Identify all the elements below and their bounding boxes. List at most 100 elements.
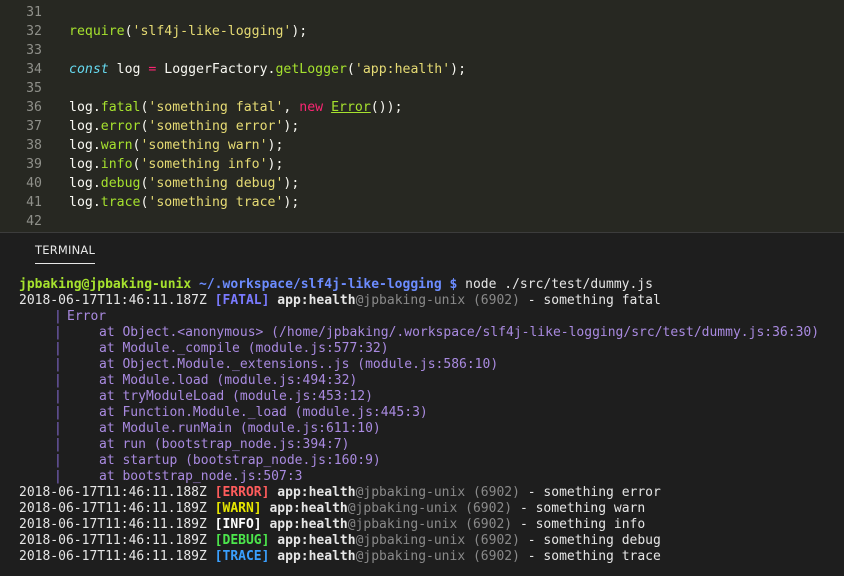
stack-frame-line: | at Object.<anonymous> (/home/jpbaking/.… [19, 325, 844, 341]
stack-bar-icon: | [54, 437, 62, 452]
code-token: 'slf4j-like-logging' [132, 24, 292, 39]
code-token: Error [331, 100, 371, 115]
code-line[interactable]: 33 [0, 41, 844, 60]
code-line[interactable]: 31 [0, 3, 844, 22]
log-timestamp: 2018-06-17T11:46:11.187Z [19, 293, 207, 308]
line-number: 38 [26, 138, 42, 153]
log-line: 2018-06-17T11:46:11.189Z [TRACE] app:hea… [19, 549, 844, 565]
log-line: 2018-06-17T11:46:11.188Z [ERROR] app:hea… [19, 485, 844, 501]
stack-bar-icon: | [54, 469, 62, 484]
code-token: log. [69, 176, 101, 191]
code-line[interactable]: 40 log.debug('something debug'); [0, 174, 844, 193]
stack-bar-icon: | [54, 405, 62, 420]
code-editor[interactable]: 31 32 require('slf4j-like-logging'); 33 34 co… [0, 0, 844, 232]
code-text: const log = LoggerFactory.getLogger('app… [69, 60, 466, 79]
stack-frame-line: | at bootstrap_node.js:507:3 [19, 469, 844, 485]
code-token: debug [100, 176, 141, 191]
stack-text: Error [67, 309, 107, 324]
code-token: log. [69, 138, 101, 153]
stack-frame-line: | at startup (bootstrap_node.js:160:9) [19, 453, 844, 469]
code-line[interactable]: 37 log.error('something error'); [0, 117, 844, 136]
code-token: 'something trace' [148, 195, 284, 210]
code-line[interactable]: 39 log.info('something info'); [0, 155, 844, 174]
line-number: 40 [26, 176, 42, 191]
line-number: 36 [26, 100, 42, 115]
log-level: [ERROR] [214, 485, 270, 500]
code-token: ); [283, 176, 300, 191]
code-token: const [69, 62, 109, 77]
log-logger: app:health [277, 293, 356, 308]
log-host: @jpbaking-unix (6902) [355, 533, 520, 548]
stack-text: at run (bootstrap_node.js:394:7) [99, 437, 350, 452]
code-line[interactable]: 41 log.trace('something trace'); [0, 193, 844, 212]
log-level: [INFO] [214, 517, 262, 532]
log-host: @jpbaking-unix (6902) [355, 485, 520, 500]
line-number: 37 [26, 119, 42, 134]
stack-frame-line: | at Module.load (module.js:494:32) [19, 373, 844, 389]
code-token: getLogger [275, 62, 347, 77]
log-timestamp: 2018-06-17T11:46:11.189Z [19, 517, 207, 532]
stack-bar-icon: | [54, 389, 62, 404]
code-text: log.info('something info'); [69, 155, 283, 174]
stack-bar-icon: | [54, 373, 62, 388]
stack-frame-line: | at Object.Module._extensions..js (modul… [19, 357, 844, 373]
stack-bar-icon: | [54, 325, 62, 340]
log-level: [WARN] [214, 501, 262, 516]
log-timestamp: 2018-06-17T11:46:11.188Z [19, 485, 207, 500]
code-line[interactable]: 34 const log = LoggerFactory.getLogger('a… [0, 60, 844, 79]
log-logger: app:health [277, 485, 356, 500]
stack-frame-line: | at Function.Module._load (module.js:445… [19, 405, 844, 421]
code-token: warn [100, 138, 133, 153]
log-level: [TRACE] [214, 549, 270, 564]
code-line[interactable]: 35 [0, 79, 844, 98]
log-line: 2018-06-17T11:46:11.189Z [WARN] app:heal… [19, 501, 844, 517]
code-text: log.trace('something trace'); [69, 193, 299, 212]
line-number: 39 [26, 157, 42, 172]
code-text: log.debug('something debug'); [69, 174, 299, 193]
error-header-line: | Error [19, 309, 844, 325]
stack-frame-line: | at run (bootstrap_node.js:394:7) [19, 437, 844, 453]
stack-frame-line: | at Module._compile (module.js:577:32) [19, 341, 844, 357]
stack-text: at Function.Module._load (module.js:445:… [99, 405, 428, 420]
log-level: [DEBUG] [214, 533, 270, 548]
log-logger: app:health [269, 501, 348, 516]
line-number: 35 [26, 81, 42, 96]
code-token: ); [267, 138, 284, 153]
log-message: - something fatal [519, 293, 661, 308]
code-token: 'something error' [148, 119, 284, 134]
code-token: ( [124, 24, 133, 39]
log-host: @jpbaking-unix (6902) [355, 293, 520, 308]
log-message: - something info [512, 517, 646, 532]
code-token: info [100, 157, 133, 172]
stack-text: at Object.Module._extensions..js (module… [99, 357, 499, 372]
stack-frame-line: | at Module.runMain (module.js:611:10) [19, 421, 844, 437]
code-text: log.warn('something warn'); [69, 136, 283, 155]
stack-bar-icon: | [54, 453, 62, 468]
line-number: 31 [26, 5, 42, 20]
terminal-prompt-line: jpbaking@jpbaking-unix ~/.workspace/slf4… [19, 277, 844, 293]
code-line[interactable]: 36 log.fatal('something fatal', new Error… [0, 98, 844, 117]
log-timestamp: 2018-06-17T11:46:11.189Z [19, 549, 207, 564]
prompt-command: node ./src/test/dummy.js [457, 277, 653, 292]
log-timestamp: 2018-06-17T11:46:11.189Z [19, 501, 207, 516]
code-line[interactable]: 38 log.warn('something warn'); [0, 136, 844, 155]
log-line: 2018-06-17T11:46:11.189Z [INFO] app:heal… [19, 517, 844, 533]
stack-text: at Module._compile (module.js:577:32) [99, 341, 389, 356]
code-token: , [283, 100, 300, 115]
line-number: 41 [26, 195, 42, 210]
stack-text: at Module.load (module.js:494:32) [99, 373, 358, 388]
code-token: ); [291, 24, 308, 39]
code-text: require('slf4j-like-logging'); [69, 22, 307, 41]
code-token: 'something info' [140, 157, 268, 172]
log-logger: app:health [269, 517, 348, 532]
code-line[interactable]: 32 require('slf4j-like-logging'); [0, 22, 844, 41]
tab-terminal[interactable]: TERMINAL [35, 243, 96, 264]
log-message: - something warn [512, 501, 646, 516]
log-message: - something debug [519, 533, 661, 548]
code-token: log. [69, 195, 101, 210]
code-line[interactable]: 42 [0, 212, 844, 231]
stack-text: at tryModuleLoad (module.js:453:12) [99, 389, 373, 404]
stack-text: at bootstrap_node.js:507:3 [99, 469, 303, 484]
log-message: - something error [519, 485, 661, 500]
